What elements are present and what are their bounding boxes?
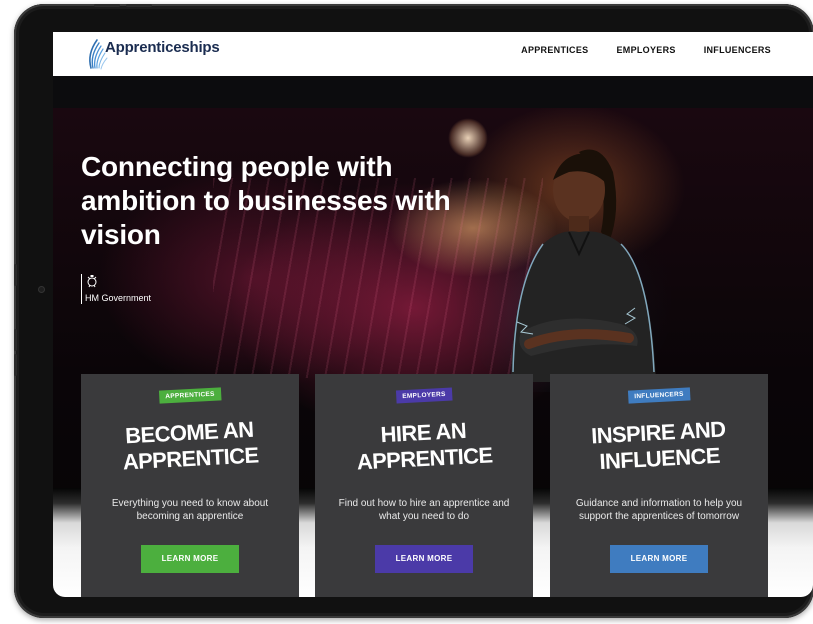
learn-more-button-employers[interactable]: LEARN MORE: [375, 545, 473, 573]
tablet-side-button: [14, 264, 17, 286]
tablet-top-button: [94, 4, 120, 7]
card-tag-apprentices: APPRENTICES: [158, 387, 222, 404]
hm-government-label: HM Government: [85, 293, 152, 303]
card-title: BECOME AN APPRENTICE: [80, 414, 300, 477]
hero-headline: Connecting people with ambition to busin…: [81, 151, 451, 250]
nav-link-influencers[interactable]: INFLUENCERS: [704, 45, 771, 55]
main-nav-links: APPRENTICES EMPLOYERS INFLUENCERS: [521, 45, 771, 55]
top-navigation: Apprenticeships APPRENTICES EMPLOYERS IN…: [53, 32, 813, 76]
tablet-side-button: [14, 354, 17, 376]
card-employers: EMPLOYERS HIRE AN APPRENTICE Find out ho…: [315, 374, 533, 597]
card-tag-employers: EMPLOYERS: [395, 387, 453, 404]
hm-government-crest-icon: [87, 275, 97, 288]
gov-divider-line: [81, 274, 82, 304]
tablet-screen: Apprenticeships APPRENTICES EMPLOYERS IN…: [53, 32, 813, 597]
card-apprentices: APPRENTICES BECOME AN APPRENTICE Everyth…: [81, 374, 299, 597]
hm-government-mark: HM Government: [81, 274, 211, 314]
tablet-camera: [38, 286, 45, 293]
card-title: INSPIRE AND INFLUENCE: [549, 414, 769, 477]
tablet-top-button: [126, 4, 152, 7]
nav-link-employers[interactable]: EMPLOYERS: [616, 45, 675, 55]
card-influencers: INFLUENCERS INSPIRE AND INFLUENCE Guidan…: [550, 374, 768, 597]
learn-more-button-influencers[interactable]: LEARN MORE: [610, 545, 708, 573]
learn-more-button-apprentices[interactable]: LEARN MORE: [141, 545, 239, 573]
tablet-frame: Apprenticeships APPRENTICES EMPLOYERS IN…: [14, 4, 813, 618]
hero-section: Connecting people with ambition to busin…: [53, 108, 813, 597]
card-tag-influencers: INFLUENCERS: [627, 387, 691, 404]
brand-name[interactable]: Apprenticeships: [105, 39, 220, 56]
header-dark-strip: [53, 76, 813, 108]
nav-link-apprentices[interactable]: APPRENTICES: [521, 45, 588, 55]
card-description: Guidance and information to help you sup…: [575, 498, 743, 522]
card-description: Everything you need to know about becomi…: [111, 498, 269, 522]
tablet-side-button: [14, 329, 17, 351]
card-title: HIRE AN APPRENTICE: [314, 414, 534, 477]
card-description: Find out how to hire an apprentice and w…: [338, 498, 510, 522]
